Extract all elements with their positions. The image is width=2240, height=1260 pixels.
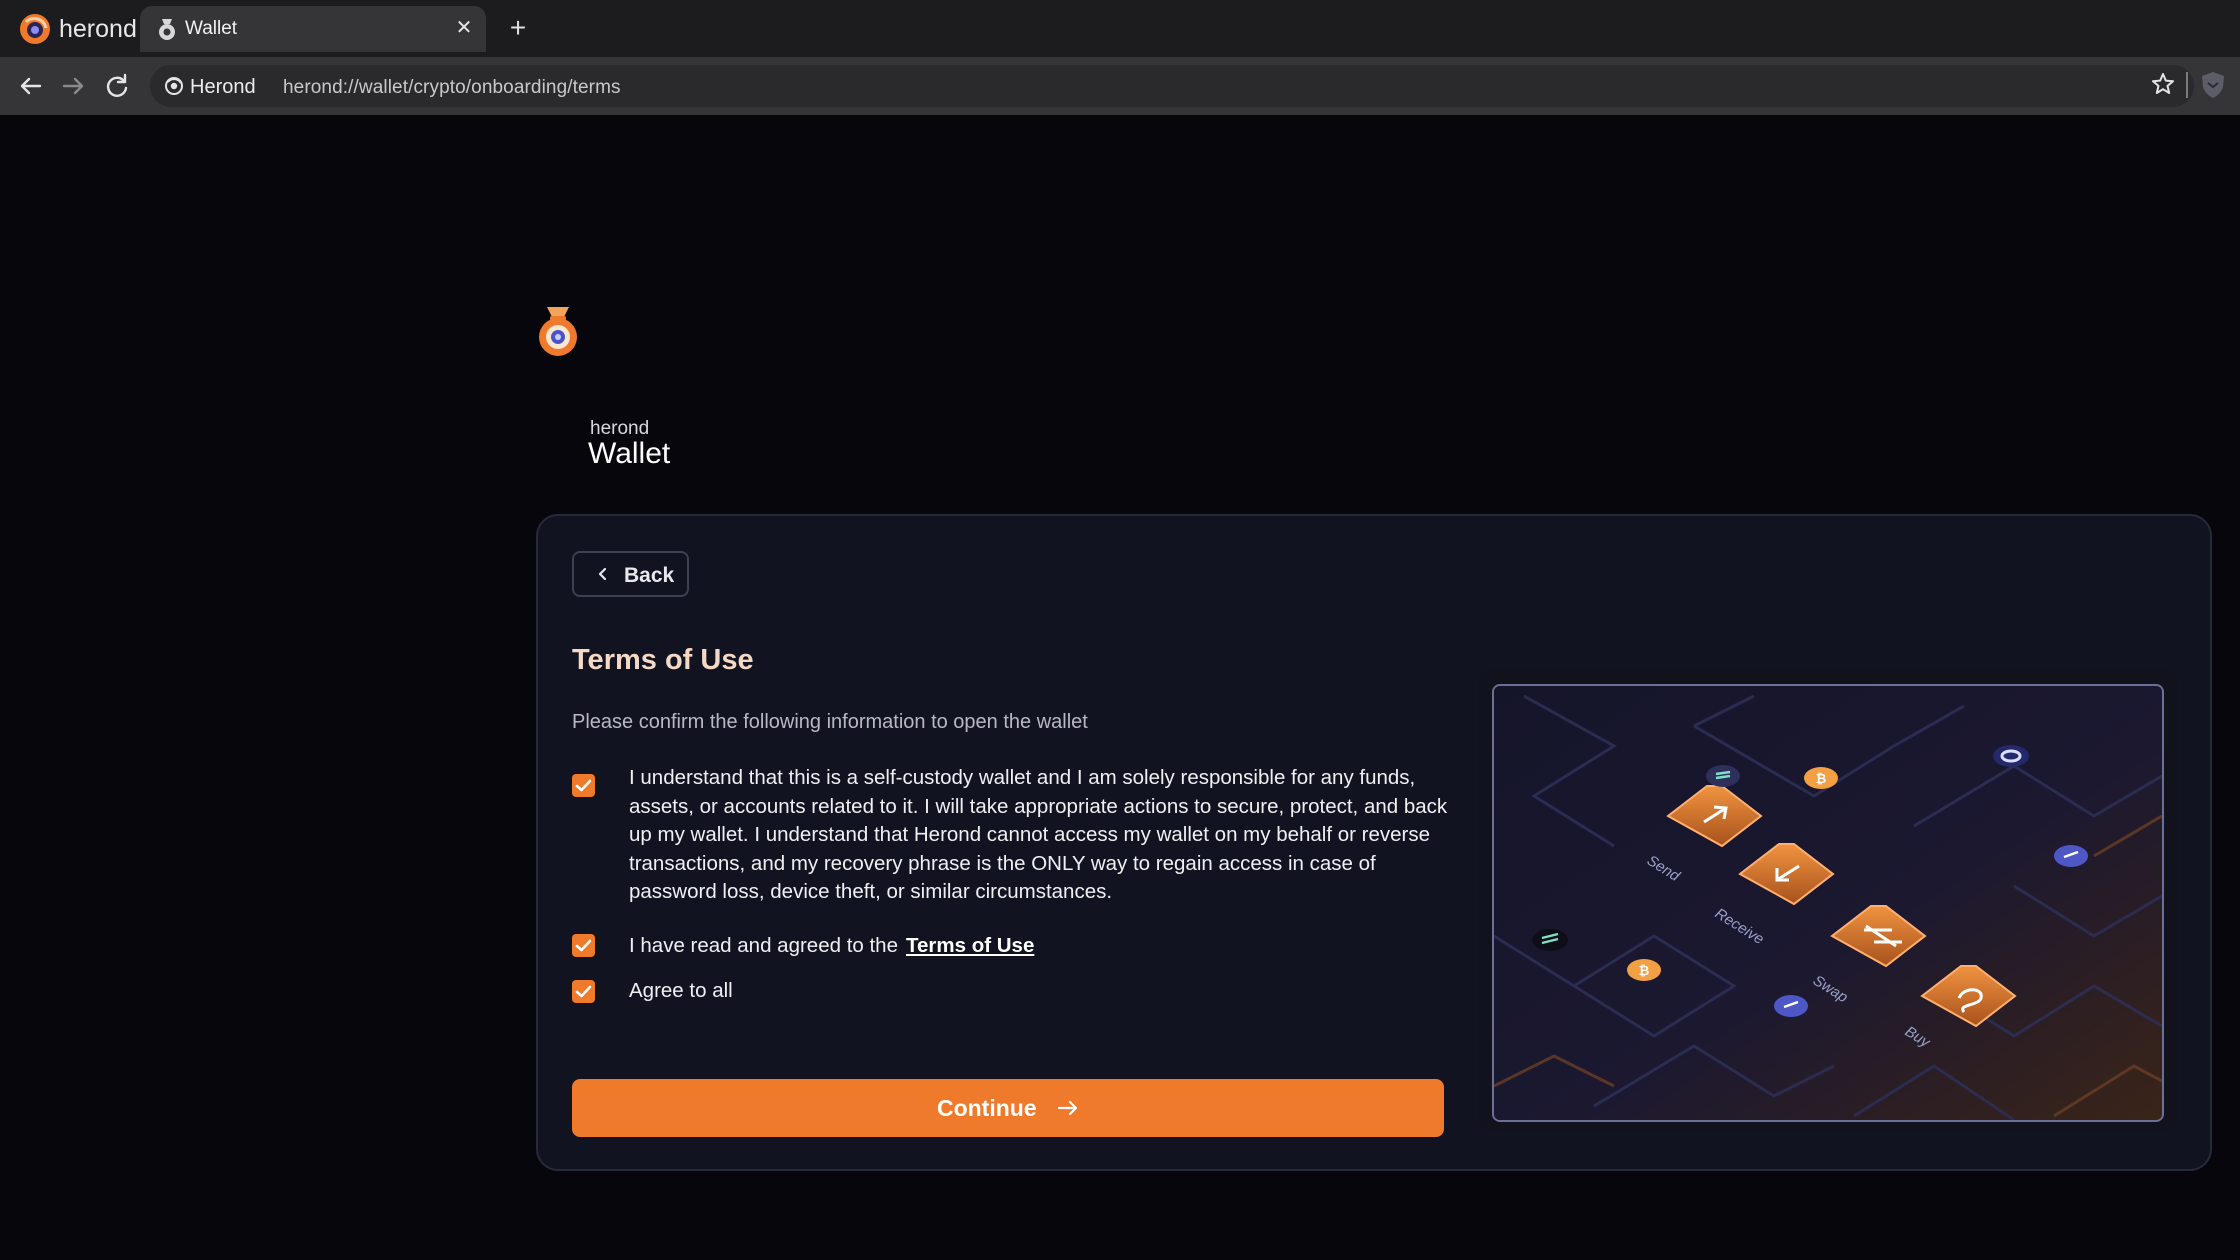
browser-toolbar: Herond herond://wallet/crypto/onboarding… xyxy=(0,57,2240,115)
bookmark-star-icon[interactable] xyxy=(2150,71,2176,97)
herond-wallet-logo-icon xyxy=(539,307,577,356)
arrow-right-icon xyxy=(1057,1100,1078,1116)
browser-tab-bar: herond Wallet ✕ + xyxy=(0,0,2240,57)
back-arrow-icon[interactable] xyxy=(16,71,46,101)
checkmark-icon xyxy=(575,985,592,998)
wallet-actions-illustration: Send Receive Swap Buy ₿ ₿ xyxy=(1492,684,2164,1122)
back-button-label: Back xyxy=(624,564,675,587)
forward-arrow-icon[interactable] xyxy=(58,71,88,101)
checkbox-terms-agreed[interactable] xyxy=(572,934,595,957)
tab-wallet[interactable]: Wallet ✕ xyxy=(140,6,486,52)
page-title: Terms of Use xyxy=(572,644,754,676)
address-bar[interactable]: Herond herond://wallet/crypto/onboarding… xyxy=(150,65,2194,107)
browser-brand-label: herond xyxy=(59,15,137,43)
reload-icon[interactable] xyxy=(102,71,132,101)
tab-close-icon[interactable]: ✕ xyxy=(451,15,477,41)
continue-button[interactable]: Continue xyxy=(572,1079,1444,1137)
chevron-left-icon xyxy=(598,567,607,581)
url-text[interactable]: herond://wallet/crypto/onboarding/terms xyxy=(283,77,621,99)
svg-text:₿: ₿ xyxy=(1816,771,1827,786)
checkbox-terms-label: I have read and agreed to the xyxy=(629,934,898,957)
checkmark-icon xyxy=(575,779,592,792)
page-subtitle: Please confirm the following information… xyxy=(572,711,1088,733)
tab-title: Wallet xyxy=(185,18,238,39)
svg-text:₿: ₿ xyxy=(1639,963,1650,978)
terms-card: Back Terms of Use Please confirm the fol… xyxy=(536,514,2212,1171)
toolbar-divider xyxy=(2186,72,2188,98)
terms-of-use-link[interactable]: Terms of Use xyxy=(906,934,1034,957)
checkmark-icon xyxy=(575,939,592,952)
shield-icon[interactable] xyxy=(2199,70,2227,100)
herond-site-icon xyxy=(165,77,183,95)
continue-button-label: Continue xyxy=(936,1095,1037,1121)
checkbox-agree-all-label: Agree to all xyxy=(629,979,733,1002)
herond-browser-logo-icon xyxy=(20,14,50,44)
logo-brand-wallet: Wallet xyxy=(588,437,671,470)
isometric-actions-graphic: Send Receive Swap Buy ₿ ₿ xyxy=(1494,686,2162,1120)
checkbox-self-custody-label: I understand that this is a self-custody… xyxy=(629,766,1448,904)
new-tab-plus-icon[interactable]: + xyxy=(502,12,534,44)
illustration-frame: Send Receive Swap Buy ₿ ₿ xyxy=(1478,670,2178,1130)
site-chip-label: Herond xyxy=(190,76,256,98)
back-button[interactable]: Back xyxy=(572,551,689,597)
checkbox-terms-row: I have read and agreed to the Terms of Us… xyxy=(629,932,1034,961)
wallet-bag-icon xyxy=(159,19,175,40)
checkbox-agree-all[interactable] xyxy=(572,980,595,1003)
checkbox-self-custody[interactable] xyxy=(572,774,595,797)
continue-button-row: Continue xyxy=(572,1095,1444,1122)
